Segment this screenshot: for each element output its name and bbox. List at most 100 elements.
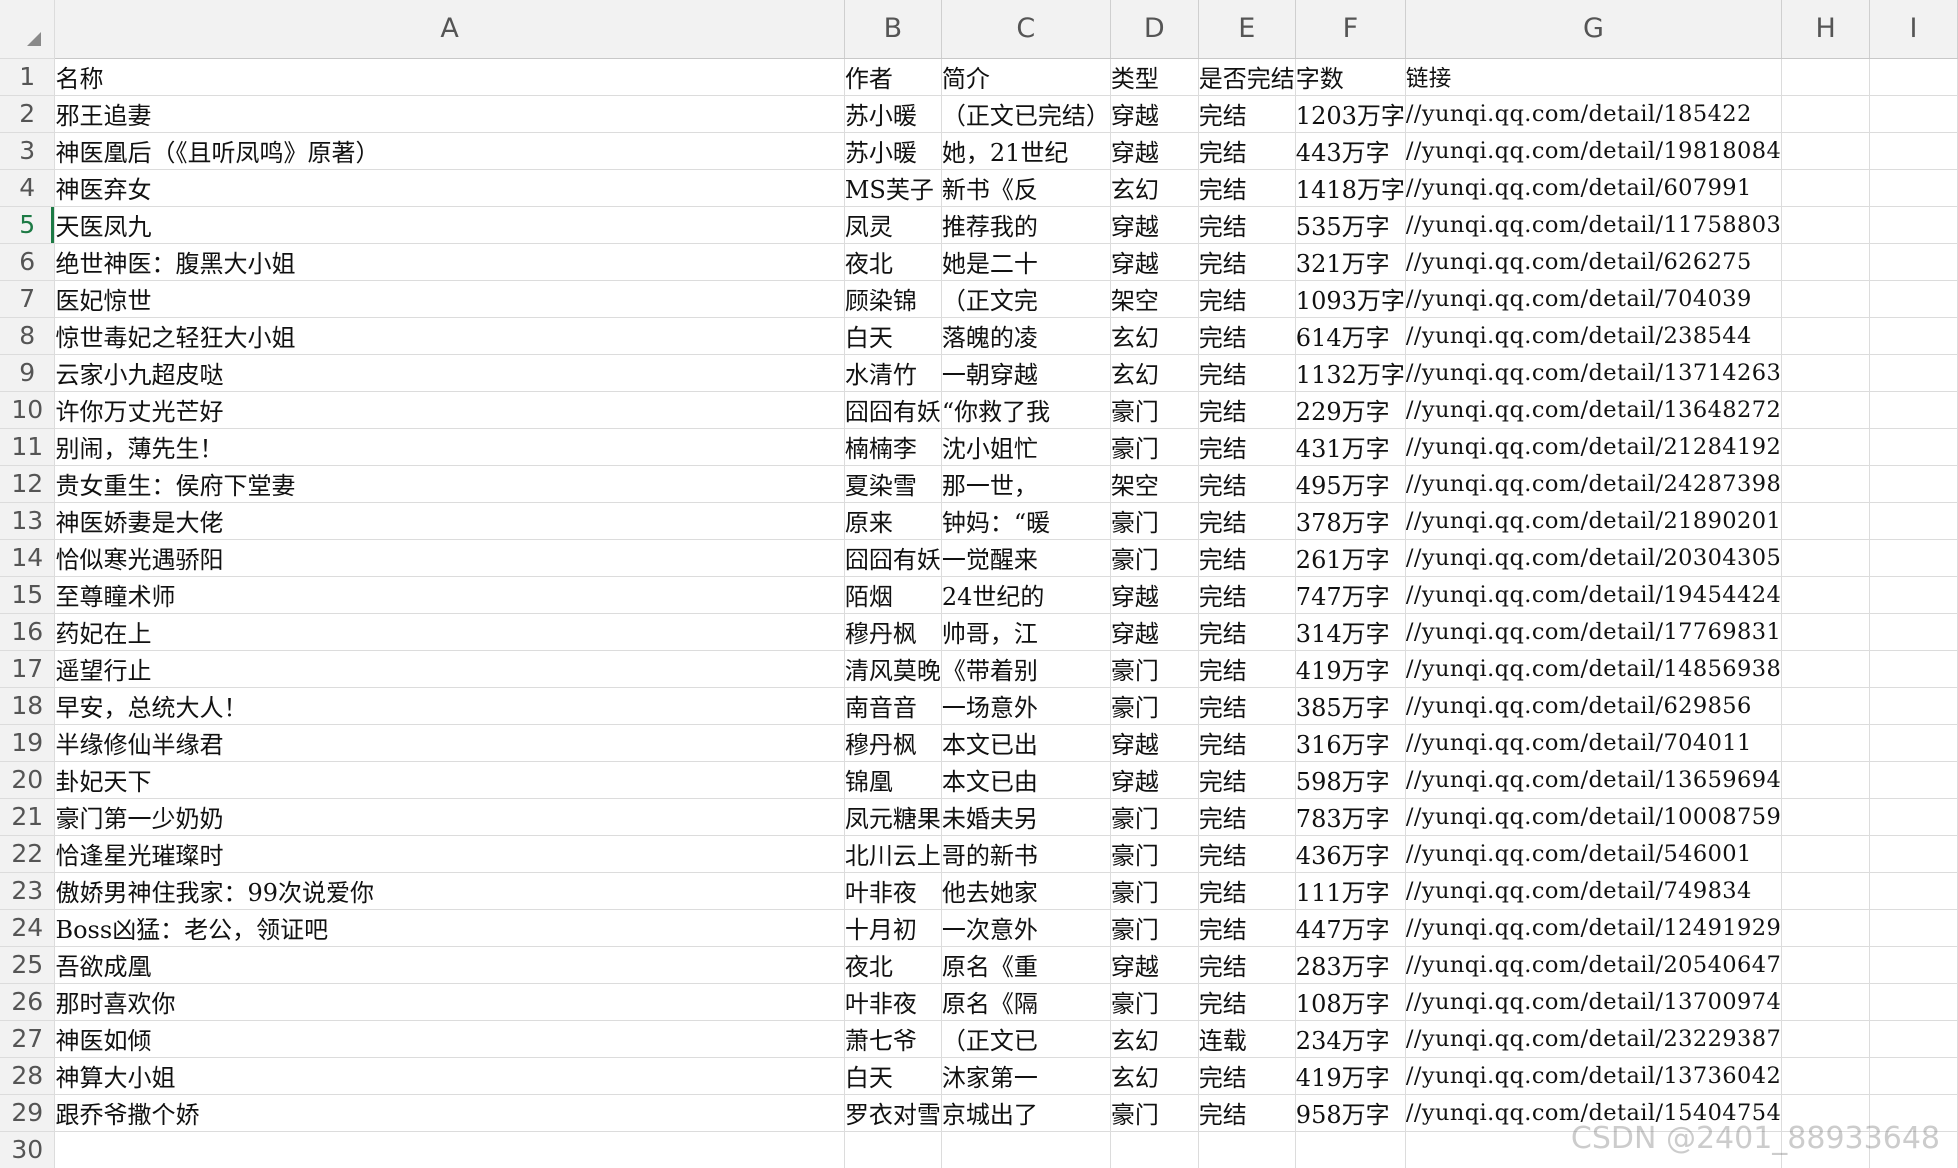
cell-wordcount[interactable]: 111万字 xyxy=(1295,872,1406,910)
cell-h[interactable] xyxy=(1781,576,1871,614)
cell-intro[interactable]: 原名《隔 xyxy=(941,983,1111,1021)
cell-wordcount[interactable]: 1093万字 xyxy=(1295,280,1406,318)
cell-name[interactable]: 遥望行止 xyxy=(54,650,845,688)
cell-wordcount[interactable]: 108万字 xyxy=(1295,983,1406,1021)
cell-status[interactable]: 完结 xyxy=(1198,983,1296,1021)
cell-type[interactable]: 豪门 xyxy=(1110,798,1199,836)
row-header[interactable]: 14 xyxy=(0,539,56,577)
cell-status[interactable]: 完结 xyxy=(1198,761,1296,799)
cell-h[interactable] xyxy=(1781,502,1871,540)
cell-intro[interactable]: 一朝穿越 xyxy=(941,354,1111,392)
cell-name[interactable] xyxy=(54,1131,845,1168)
cell-wordcount[interactable]: 314万字 xyxy=(1295,613,1406,651)
cell-name[interactable]: 许你万丈光芒好 xyxy=(54,391,845,429)
cell-wordcount[interactable]: 385万字 xyxy=(1295,687,1406,725)
column-header-i[interactable]: I xyxy=(1869,0,1958,59)
row-header[interactable]: 15 xyxy=(0,576,56,614)
cell-link[interactable]: //yunqi.qq.com/detail/546001 xyxy=(1405,835,1783,873)
cell-wordcount[interactable]: 495万字 xyxy=(1295,465,1406,503)
cell-status[interactable]: 连载 xyxy=(1198,1020,1296,1058)
cell-type[interactable]: 穿越 xyxy=(1110,132,1199,170)
row-header[interactable]: 19 xyxy=(0,724,56,762)
cell-type[interactable]: 豪门 xyxy=(1110,428,1199,466)
cell-h[interactable] xyxy=(1781,909,1871,947)
cell-type[interactable]: 豪门 xyxy=(1110,650,1199,688)
cell-h[interactable] xyxy=(1781,687,1871,725)
cell-i[interactable] xyxy=(1869,206,1958,244)
cell-link[interactable]: //yunqi.qq.com/detail/13736042 xyxy=(1405,1057,1783,1095)
cell-i[interactable] xyxy=(1869,872,1958,910)
cell-wordcount[interactable] xyxy=(1295,1131,1406,1168)
cell-h[interactable] xyxy=(1781,761,1871,799)
cell-name[interactable]: 神医如倾 xyxy=(54,1020,845,1058)
cell-name[interactable]: 神算大小姐 xyxy=(54,1057,845,1095)
cell-status[interactable]: 完结 xyxy=(1198,909,1296,947)
cell-wordcount[interactable]: 447万字 xyxy=(1295,909,1406,947)
cell-h[interactable] xyxy=(1781,1057,1871,1095)
cell-wordcount[interactable]: 443万字 xyxy=(1295,132,1406,170)
cell-h[interactable] xyxy=(1781,206,1871,244)
cell-author[interactable]: 水清竹 xyxy=(844,354,942,392)
cell-h[interactable] xyxy=(1781,169,1871,207)
cell-link[interactable]: //yunqi.qq.com/detail/749834 xyxy=(1405,872,1783,910)
cell-h[interactable] xyxy=(1781,946,1871,984)
row-header[interactable]: 17 xyxy=(0,650,56,688)
cell-i[interactable] xyxy=(1869,317,1958,355)
cell-link[interactable] xyxy=(1405,1131,1783,1168)
cell-link[interactable]: //yunqi.qq.com/detail/704039 xyxy=(1405,280,1783,318)
row-header[interactable]: 5 xyxy=(0,206,56,244)
column-header-a[interactable]: A xyxy=(54,0,845,59)
cell-intro[interactable]: 本文已出 xyxy=(941,724,1111,762)
cell-author[interactable]: 凤灵 xyxy=(844,206,942,244)
row-header[interactable]: 24 xyxy=(0,909,56,947)
cell-h[interactable] xyxy=(1781,58,1871,96)
cell-h[interactable] xyxy=(1781,391,1871,429)
cell-type[interactable]: 穿越 xyxy=(1110,613,1199,651)
cell-i[interactable] xyxy=(1869,1131,1958,1168)
cell-type[interactable]: 穿越 xyxy=(1110,206,1199,244)
cell-name[interactable]: 卦妃天下 xyxy=(54,761,845,799)
cell-intro[interactable]: 沈小姐忙 xyxy=(941,428,1111,466)
cell-i[interactable] xyxy=(1869,724,1958,762)
cell-name[interactable]: 神医娇妻是大佬 xyxy=(54,502,845,540)
cell-i[interactable] xyxy=(1869,354,1958,392)
column-header-b[interactable]: B xyxy=(844,0,942,59)
row-header[interactable]: 7 xyxy=(0,280,56,318)
cell-author[interactable] xyxy=(844,1131,942,1168)
cell-status[interactable]: 完结 xyxy=(1198,576,1296,614)
cell-h[interactable] xyxy=(1781,872,1871,910)
cell-name[interactable]: Boss凶猛：老公，领证吧 xyxy=(54,909,845,947)
cell-intro[interactable]: 帅哥，江 xyxy=(941,613,1111,651)
cell-intro[interactable]: 原名《重 xyxy=(941,946,1111,984)
cell-author[interactable]: 夜北 xyxy=(844,946,942,984)
cell-intro[interactable] xyxy=(941,1131,1111,1168)
cell-intro[interactable]: 24世纪的 xyxy=(941,576,1111,614)
cell-status[interactable]: 完结 xyxy=(1198,354,1296,392)
cell-status[interactable]: 完结 xyxy=(1198,502,1296,540)
cell-i[interactable] xyxy=(1869,1020,1958,1058)
row-header[interactable]: 22 xyxy=(0,835,56,873)
cell-i[interactable] xyxy=(1869,58,1958,96)
cell-i[interactable] xyxy=(1869,687,1958,725)
cell-type[interactable]: 穿越 xyxy=(1110,576,1199,614)
cell-type[interactable]: 类型 xyxy=(1110,58,1199,96)
cell-h[interactable] xyxy=(1781,465,1871,503)
row-header[interactable]: 9 xyxy=(0,354,56,392)
cell-link[interactable]: //yunqi.qq.com/detail/23229387 xyxy=(1405,1020,1783,1058)
cell-author[interactable]: 苏小暖 xyxy=(844,95,942,133)
cell-intro[interactable]: 推荐我的 xyxy=(941,206,1111,244)
cell-link[interactable]: //yunqi.qq.com/detail/24287398 xyxy=(1405,465,1783,503)
cell-name[interactable]: 那时喜欢你 xyxy=(54,983,845,1021)
cell-author[interactable]: 陌烟 xyxy=(844,576,942,614)
cell-intro[interactable]: 《带着别 xyxy=(941,650,1111,688)
cell-intro[interactable]: 她，21世纪 xyxy=(941,132,1111,170)
cell-link[interactable]: //yunqi.qq.com/detail/19818084 xyxy=(1405,132,1783,170)
cell-type[interactable] xyxy=(1110,1131,1199,1168)
cell-type[interactable]: 玄幻 xyxy=(1110,1020,1199,1058)
cell-i[interactable] xyxy=(1869,613,1958,651)
cell-status[interactable]: 完结 xyxy=(1198,613,1296,651)
cell-type[interactable]: 玄幻 xyxy=(1110,317,1199,355)
cell-author[interactable]: 穆丹枫 xyxy=(844,724,942,762)
cell-link[interactable]: //yunqi.qq.com/detail/626275 xyxy=(1405,243,1783,281)
cell-link[interactable]: //yunqi.qq.com/detail/17769831 xyxy=(1405,613,1783,651)
